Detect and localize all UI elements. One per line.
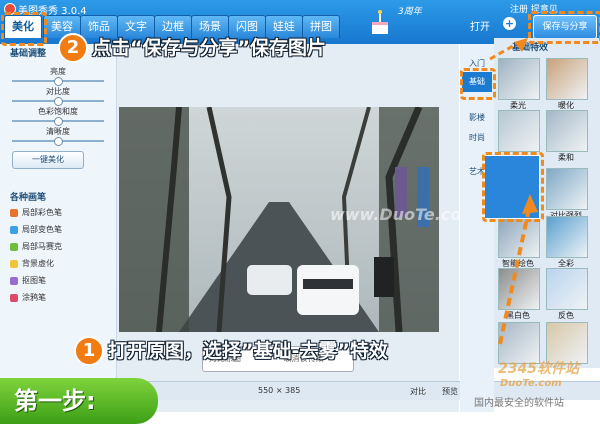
saturation-slider-knob[interactable] [54,117,63,126]
pen-label: 局部变色笔 [22,225,62,234]
contrast-slider-knob[interactable] [54,97,63,106]
color-pen-icon [10,208,18,217]
slider-label-sharpness: 清晰度 [46,127,70,136]
doodle-icon [10,293,18,302]
arrow-overlay [489,38,538,345]
highlight-beautify-tab [1,12,47,46]
recolor-pen-icon [10,225,18,234]
pen-label: 背景虚化 [22,259,54,268]
brightness-slider-knob[interactable] [54,77,63,86]
pens-title: 各种画笔 [10,193,47,203]
step1-instruction: 打开原图，选择”基础-去雾”特效 [108,340,388,362]
anniversary-badge: 3周年 [398,7,422,17]
slider-label-contrast: 对比度 [46,87,70,96]
image-size: 550 × 385 [258,386,301,395]
pen-label: 局部马赛克 [22,242,62,251]
site-slogan: 国内最安全的软件站 [474,398,564,409]
site-logo-domain: DuoTe.com [500,378,562,389]
preview-button[interactable]: 预览 [442,386,458,397]
one-click-beautify-button[interactable]: 一键美化 [12,151,84,169]
step2-number: 2 [58,33,88,63]
pen-item-color[interactable]: 局部彩色笔 [10,207,62,218]
pen-item-blur[interactable]: 背景虚化 [10,258,54,269]
pen-label: 抠图笔 [22,276,46,285]
pen-label: 涂鸦笔 [22,293,46,302]
basic-adjust-title: 基础调整 [10,49,47,59]
blur-icon [10,259,18,268]
pen-label: 局部彩色笔 [22,208,62,217]
pen-item-recolor[interactable]: 局部变色笔 [10,224,62,235]
mosaic-icon [10,242,18,251]
slider-label-brightness: 亮度 [50,67,66,76]
compare-button[interactable]: 对比 [410,386,426,397]
step2-instruction: 点击“保存与分享”保存图片 [92,37,326,59]
cake-icon [372,10,388,34]
step1-number: 1 [74,336,104,366]
sharpness-slider-knob[interactable] [54,137,63,146]
cutout-icon [10,276,18,285]
site-logo: 2345软件站 [498,361,579,377]
step-badge: 第一步: [0,378,158,424]
pen-item-doodle[interactable]: 涂鸦笔 [10,292,46,303]
pen-item-mosaic[interactable]: 局部马赛克 [10,241,62,252]
slider-label-saturation: 色彩饱和度 [38,107,78,116]
pen-item-cutout[interactable]: 抠图笔 [10,275,46,286]
